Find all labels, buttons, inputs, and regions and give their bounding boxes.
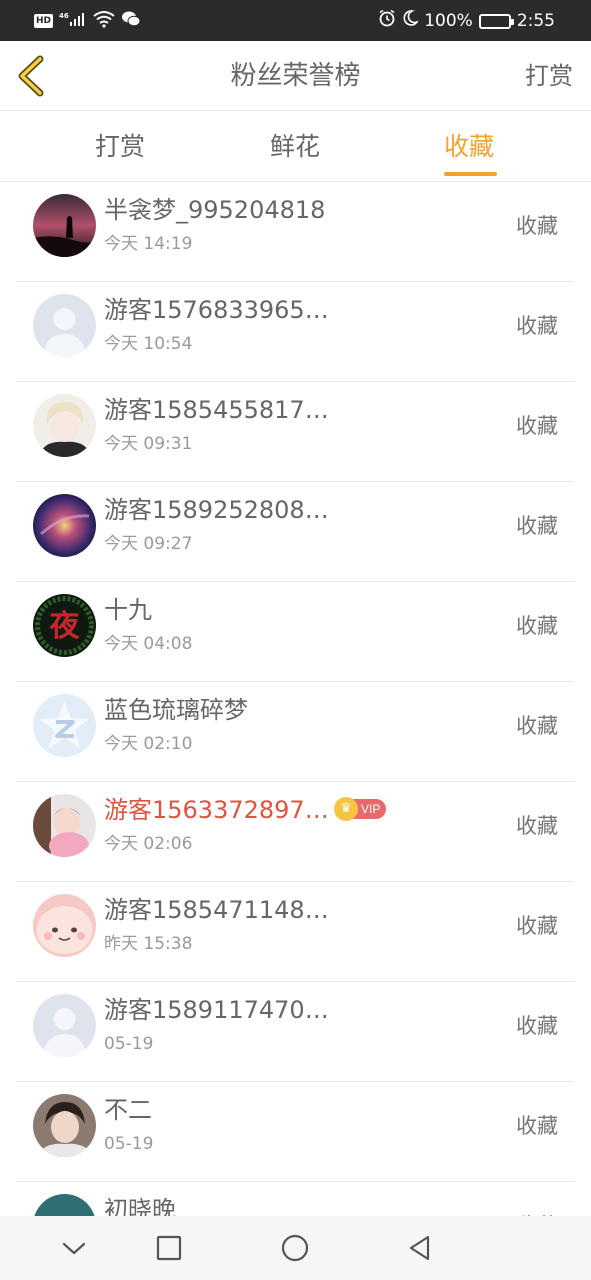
fan-time: 昨天 15:38	[104, 934, 193, 954]
fan-name: 不二	[104, 1096, 152, 1124]
fan-action: 收藏	[516, 314, 558, 338]
fan-action: 收藏	[516, 714, 558, 738]
fan-time: 今天 02:10	[104, 734, 193, 754]
avatar	[33, 794, 96, 857]
fan-name: 游客1585455817…	[104, 396, 329, 424]
fan-action: 收藏	[516, 1014, 558, 1038]
reward-button[interactable]: 打赏	[525, 59, 573, 93]
fan-action: 收藏	[516, 1114, 558, 1138]
fan-time: 今天 10:54	[104, 334, 193, 354]
fan-name: 游客1563372897…	[104, 796, 329, 824]
svg-text:46: 46	[59, 12, 69, 20]
fan-name: 初晓晚	[104, 1196, 176, 1216]
fan-name: 游客1589252808…	[104, 496, 329, 524]
fan-time: 今天 02:06	[104, 834, 193, 854]
list-item[interactable]: 夜 十九 今天 04:08 收藏	[16, 582, 574, 682]
battery-icon	[478, 13, 514, 29]
wechat-icon	[121, 10, 141, 32]
recent-apps-icon[interactable]	[153, 1232, 185, 1264]
fan-time: 05-19	[104, 1034, 154, 1054]
signal-icon: 46	[59, 10, 87, 32]
tab-flowers[interactable]: 鲜花	[270, 130, 320, 164]
crown-icon: ♛	[334, 797, 358, 821]
avatar	[33, 194, 96, 257]
hd-indicator: HD	[34, 14, 54, 28]
avatar	[33, 1194, 96, 1216]
clock: 2:55	[516, 11, 555, 31]
list-item[interactable]: 半衾梦_995204818 今天 14:19 收藏	[16, 182, 574, 282]
fan-action: 收藏	[516, 814, 558, 838]
avatar	[33, 394, 96, 457]
list-item[interactable]: 游客1589252808… 今天 09:27 收藏	[16, 482, 574, 582]
fan-time: 今天 09:27	[104, 534, 193, 554]
collapse-icon[interactable]	[58, 1232, 90, 1264]
battery-percent: 100%	[424, 11, 473, 31]
tab-reward[interactable]: 打赏	[95, 130, 145, 164]
fan-time: 今天 14:19	[104, 234, 193, 254]
fan-name: 游客1589117470…	[104, 996, 329, 1024]
tab-favorites[interactable]: 收藏	[444, 130, 494, 164]
fan-action: 收藏	[516, 514, 558, 538]
list-item[interactable]: 游客1563372897… ♛ VIP 今天 02:06 收藏	[16, 782, 574, 882]
vip-badge: ♛ VIP	[334, 797, 387, 821]
fan-action: 收藏	[516, 414, 558, 438]
list-item[interactable]: 不二 05-19 收藏	[16, 1082, 574, 1182]
fan-time: 今天 04:08	[104, 634, 193, 654]
fan-time: 05-19	[104, 1134, 154, 1154]
avatar	[33, 894, 96, 957]
qzone-icon	[33, 694, 96, 757]
default-avatar-icon	[33, 294, 96, 357]
list-item[interactable]: 初晓晚 收藏	[16, 1182, 574, 1216]
avatar	[33, 1094, 96, 1157]
fan-action: 收藏	[516, 614, 558, 638]
status-right: 100% 2:55	[378, 9, 555, 33]
list-item[interactable]: 游客1585471148… 昨天 15:38 收藏	[16, 882, 574, 982]
default-avatar-icon	[33, 994, 96, 1057]
fan-action: 收藏	[516, 214, 558, 238]
fan-name: 蓝色琉璃碎梦	[104, 696, 248, 724]
wifi-icon	[93, 10, 115, 32]
back-icon[interactable]	[404, 1232, 436, 1264]
avatar	[33, 494, 96, 557]
svg-text:夜: 夜	[49, 609, 81, 644]
list-item[interactable]: 游客1576833965… 今天 10:54 收藏	[16, 282, 574, 382]
moon-icon	[402, 9, 420, 33]
fan-time: 今天 09:31	[104, 434, 193, 454]
fan-name: 半衾梦_995204818	[104, 196, 326, 224]
header: 粉丝荣誉榜 打赏	[0, 41, 591, 111]
fan-name: 游客1585471148…	[104, 896, 329, 924]
active-tab-indicator	[444, 172, 497, 176]
fan-list: 半衾梦_995204818 今天 14:19 收藏 游客1576833965… …	[0, 182, 591, 1216]
tab-bar: 打赏 鲜花 收藏	[0, 112, 591, 182]
alarm-icon	[378, 9, 396, 33]
avatar: 夜	[33, 594, 96, 657]
home-icon[interactable]	[279, 1232, 311, 1264]
fan-action: 收藏	[516, 914, 558, 938]
system-nav-bar	[0, 1216, 591, 1280]
page-title: 粉丝荣誉榜	[230, 61, 361, 91]
list-item[interactable]: 蓝色琉璃碎梦 今天 02:10 收藏	[16, 682, 574, 782]
fan-name: 十九	[104, 596, 152, 624]
status-left: HD 46	[34, 10, 141, 32]
fan-name: 游客1576833965…	[104, 296, 329, 324]
list-item[interactable]: 游客1589117470… 05-19 收藏	[16, 982, 574, 1082]
list-item[interactable]: 游客1585455817… 今天 09:31 收藏	[16, 382, 574, 482]
status-bar: HD 46 100% 2:55	[0, 0, 591, 41]
